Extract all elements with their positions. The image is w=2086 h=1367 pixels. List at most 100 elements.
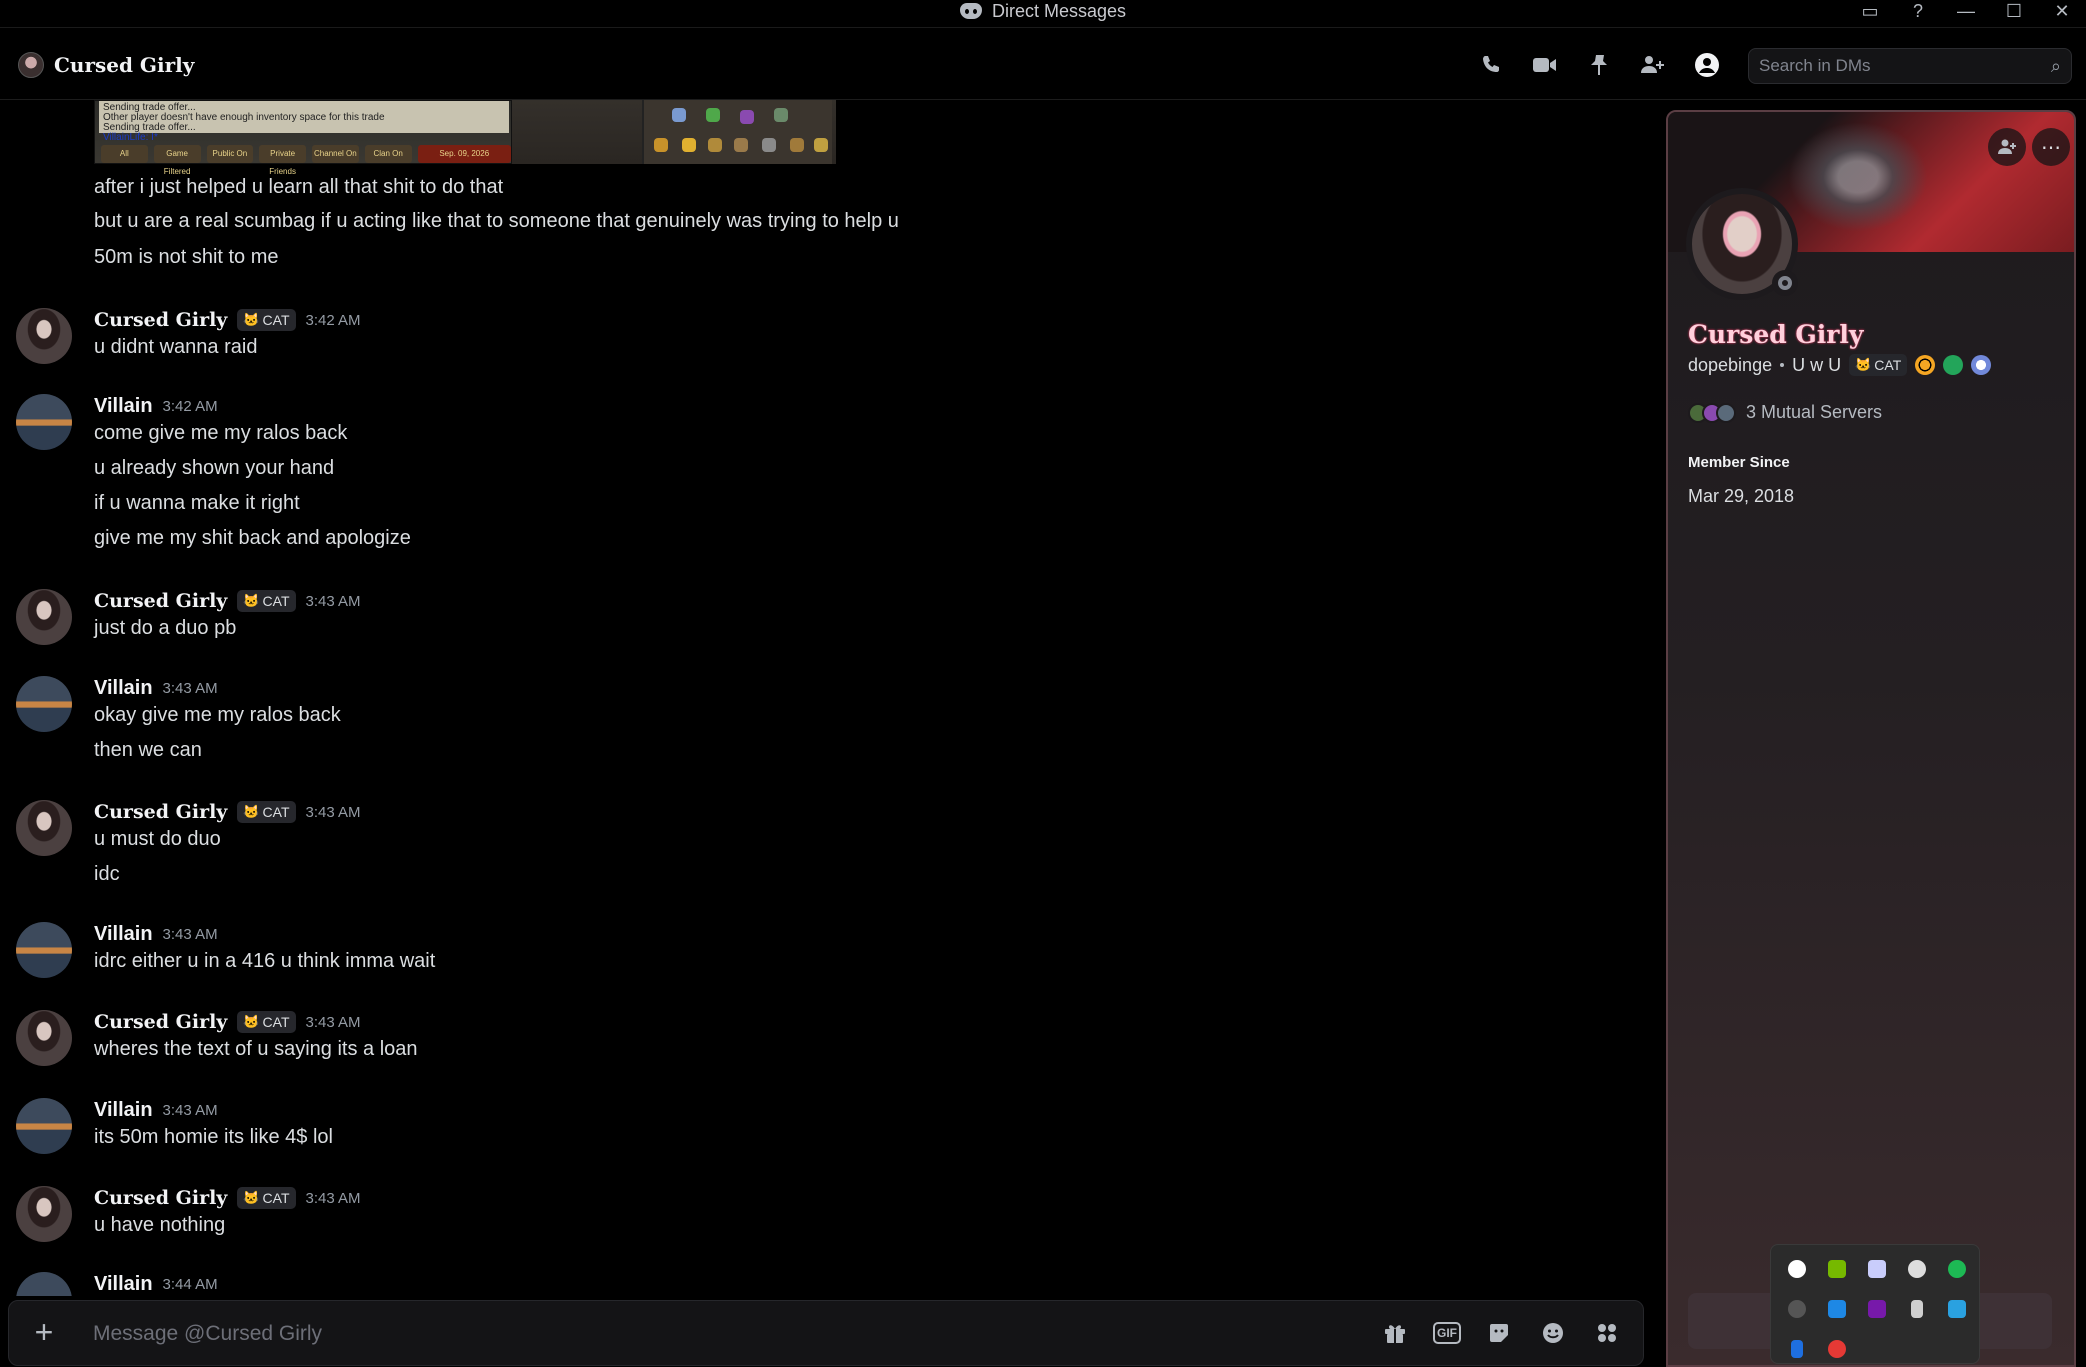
author-name[interactable]: Cursed Girly xyxy=(94,1011,227,1033)
search-input[interactable] xyxy=(1759,56,2051,76)
tag-label: CAT xyxy=(1874,357,1902,373)
hashtag-badge-icon[interactable] xyxy=(1943,355,1964,375)
avatar[interactable] xyxy=(16,922,72,978)
author-name[interactable]: Villain xyxy=(94,1099,153,1122)
timestamp: 3:43 AM xyxy=(162,679,218,697)
message-text: give me my shit back and apologize xyxy=(94,527,411,549)
author-name[interactable]: Cursed Girly xyxy=(94,309,227,331)
message-header: Villain 3:43 AM xyxy=(94,674,218,702)
tray-onenote-icon[interactable] xyxy=(1857,1289,1897,1329)
maximize-button[interactable]: ☐ xyxy=(1990,0,2038,22)
apps-icon[interactable] xyxy=(1591,1317,1623,1349)
minimize-button[interactable]: — xyxy=(1942,0,1990,22)
window-controls: ▭ ? — ☐ ✕ xyxy=(1846,0,2086,22)
sticker-icon[interactable] xyxy=(1483,1317,1515,1349)
server-tag[interactable]: 🐱 CAT xyxy=(237,1011,296,1033)
tray-bluetooth-icon[interactable] xyxy=(1777,1329,1817,1367)
tag-label: CAT xyxy=(262,1190,290,1206)
add-friends-icon[interactable] xyxy=(1638,50,1668,80)
avatar[interactable] xyxy=(16,1010,72,1066)
avatar[interactable] xyxy=(16,308,72,364)
server-icon xyxy=(1716,402,1736,423)
emoji-icon[interactable] xyxy=(1537,1317,1569,1349)
message-text: after i just helped u learn all that shi… xyxy=(94,176,504,198)
message-input[interactable] xyxy=(93,1319,1323,1349)
message-text: just do a duo pb xyxy=(94,617,237,639)
author-name[interactable]: Villain xyxy=(94,395,153,418)
tray-shield-icon[interactable] xyxy=(1897,1249,1937,1289)
message-text: its 50m homie its like 4$ lol xyxy=(94,1126,333,1148)
message-header: Cursed Girly 🐱 CAT 3:43 AM xyxy=(94,587,361,615)
voice-call-icon[interactable] xyxy=(1476,50,1506,80)
inbox-icon[interactable]: ▭ xyxy=(1846,0,1894,22)
avatar[interactable] xyxy=(16,1272,72,1296)
tray-red-app-icon[interactable] xyxy=(1817,1329,1857,1367)
game-tab: All xyxy=(101,145,148,163)
user-profile-icon[interactable] xyxy=(1692,50,1722,80)
timestamp: 3:42 AM xyxy=(162,397,218,415)
author-name[interactable]: Cursed Girly xyxy=(94,590,227,612)
boost-badge-icon[interactable] xyxy=(1915,355,1936,375)
message-header: Villain 3:43 AM xyxy=(94,920,218,948)
game-tab: Private Friends xyxy=(259,145,306,176)
server-tag[interactable]: 🐱 CAT xyxy=(237,1187,296,1209)
author-name[interactable]: Villain xyxy=(94,923,153,946)
gif-button[interactable]: GIF xyxy=(1433,1322,1461,1344)
tray-defender-icon[interactable] xyxy=(1937,1289,1977,1329)
nitro-badge-icon[interactable] xyxy=(1971,355,1992,375)
author-name[interactable]: Cursed Girly xyxy=(94,1187,227,1209)
server-tag[interactable]: 🐱 CAT xyxy=(237,590,296,612)
tray-steam-icon[interactable] xyxy=(1777,1289,1817,1329)
timestamp: 3:43 AM xyxy=(305,1189,361,1207)
tray-outlook-icon[interactable] xyxy=(1817,1289,1857,1329)
gift-icon[interactable] xyxy=(1379,1317,1411,1349)
avatar[interactable] xyxy=(16,800,72,856)
avatar[interactable] xyxy=(16,394,72,450)
message-text: u must do duo xyxy=(94,828,221,850)
tray-nvidia-icon[interactable] xyxy=(1817,1249,1857,1289)
mutual-servers[interactable]: 3 Mutual Servers xyxy=(1688,402,1882,423)
game-chat-tabs: All Game Filtered Public On Private Frie… xyxy=(101,145,511,176)
message-text: idrc either u in a 416 u think imma wait xyxy=(94,950,436,972)
message-text: u already shown your hand xyxy=(94,457,335,479)
timestamp: 3:43 AM xyxy=(305,592,361,610)
tray-app-icon[interactable] xyxy=(1777,1249,1817,1289)
search-box[interactable]: ⌕ xyxy=(1748,48,2072,84)
message-text: but u are a real scumbag if u acting lik… xyxy=(94,210,899,232)
close-button[interactable]: ✕ xyxy=(2038,0,2086,22)
status-offline-icon xyxy=(1772,270,1798,296)
tray-usb-icon[interactable] xyxy=(1897,1289,1937,1329)
tray-discord-icon[interactable] xyxy=(1857,1249,1897,1289)
dm-header: Cursed Girly ⌕ xyxy=(0,30,2086,100)
more-options-icon[interactable]: ⋯ xyxy=(2032,128,2070,166)
pin-icon[interactable] xyxy=(1584,50,1614,80)
author-name[interactable]: Villain xyxy=(94,1273,153,1296)
server-tag[interactable]: 🐱 CAT xyxy=(237,309,296,331)
avatar[interactable] xyxy=(16,1098,72,1154)
title-bar: Direct Messages ▭ ? — ☐ ✕ xyxy=(0,0,2086,28)
author-name[interactable]: Villain xyxy=(94,677,153,700)
timestamp: 3:43 AM xyxy=(305,803,361,821)
timestamp: 3:44 AM xyxy=(162,1275,218,1293)
image-attachment[interactable]: Sending trade offer... Other player does… xyxy=(94,100,836,176)
add-attachment-button[interactable]: + xyxy=(27,1316,61,1351)
help-icon[interactable]: ? xyxy=(1894,0,1942,22)
message-text: then we can xyxy=(94,739,202,761)
server-tag[interactable]: 🐱 CAT xyxy=(1849,354,1908,376)
window-title: Direct Messages xyxy=(991,0,1127,21)
avatar[interactable] xyxy=(16,676,72,732)
avatar[interactable] xyxy=(16,1186,72,1242)
author-name[interactable]: Cursed Girly xyxy=(94,801,227,823)
profile-display-name: Cursed Girly xyxy=(1688,320,1864,349)
avatar[interactable] xyxy=(16,589,72,645)
timestamp: 3:43 AM xyxy=(305,1013,361,1031)
server-tag[interactable]: 🐱 CAT xyxy=(237,801,296,823)
tray-spotify-icon[interactable] xyxy=(1937,1249,1977,1289)
profile-username[interactable]: dopebinge xyxy=(1688,355,1772,376)
dm-user[interactable]: Cursed Girly xyxy=(18,52,194,78)
cat-icon: 🐱 xyxy=(243,1014,260,1029)
message-text: idc xyxy=(94,863,120,885)
video-call-icon[interactable] xyxy=(1530,50,1560,80)
add-friend-icon[interactable] xyxy=(1988,128,2026,166)
game-tab: Channel On xyxy=(312,145,359,163)
